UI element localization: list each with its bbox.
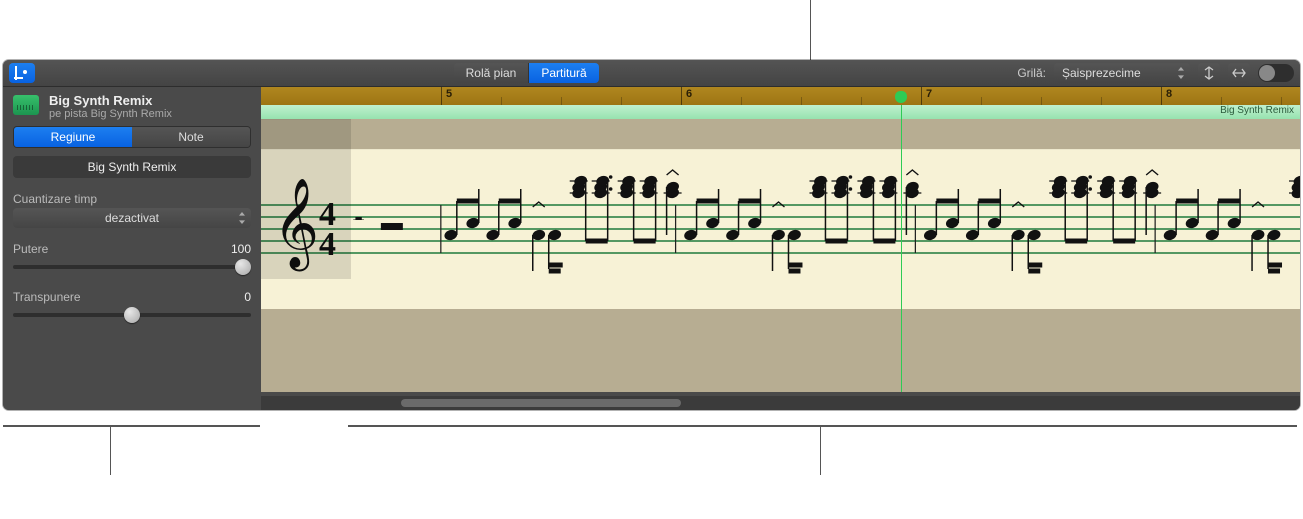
inspector-tabs: Regiune Note bbox=[13, 126, 251, 148]
transpose-row: Transpunere 0 bbox=[13, 290, 251, 324]
toggle-unknown[interactable] bbox=[1258, 64, 1294, 82]
track-title: Big Synth Remix bbox=[49, 93, 172, 108]
editor-topbar: Rolă pian Partitură Grilă: Șaisprezecime bbox=[3, 60, 1300, 87]
tab-note[interactable]: Note bbox=[132, 127, 250, 147]
grid-label: Grilă: bbox=[1017, 66, 1046, 80]
strength-row: Putere 100 bbox=[13, 242, 251, 276]
view-mode-segmented: Rolă pian Partitură bbox=[454, 63, 599, 83]
tab-piano-roll[interactable]: Rolă pian bbox=[454, 63, 530, 83]
editor-body: Big Synth Remix pe pista Big Synth Remix… bbox=[3, 87, 1300, 410]
staff-lines bbox=[261, 205, 1300, 253]
note-phrase bbox=[443, 170, 1300, 271]
score-display[interactable]: 5678 Big Synth Remix bbox=[261, 87, 1300, 410]
callout-bottom-left-h bbox=[3, 425, 260, 427]
quantize-label: Cuantizare timp bbox=[13, 192, 251, 206]
inspector-panel: Big Synth Remix pe pista Big Synth Remix… bbox=[3, 87, 261, 410]
svg-text:𝄼: 𝄼 bbox=[353, 205, 365, 238]
tab-region[interactable]: Regiune bbox=[14, 127, 132, 147]
score-margin-shade bbox=[261, 119, 351, 279]
vertical-zoom-button[interactable] bbox=[1198, 63, 1220, 83]
callout-bottom-right-v bbox=[820, 425, 821, 475]
region-band-name: Big Synth Remix bbox=[1220, 105, 1294, 116]
callout-bottom-right-h bbox=[348, 425, 1297, 427]
inspector-header: Big Synth Remix pe pista Big Synth Remix bbox=[13, 93, 251, 120]
transpose-value: 0 bbox=[244, 290, 251, 304]
tab-score[interactable]: Partitură bbox=[529, 63, 598, 83]
bar-ruler[interactable]: 5678 bbox=[261, 87, 1300, 106]
grid-select[interactable]: Șaisprezecime bbox=[1054, 63, 1190, 83]
track-subtitle: pe pista Big Synth Remix bbox=[49, 108, 172, 120]
quantize-popup[interactable]: dezactivat bbox=[13, 208, 251, 228]
callout-bottom-left-v bbox=[110, 425, 111, 475]
region-band[interactable]: Big Synth Remix bbox=[261, 105, 1300, 120]
strength-slider[interactable] bbox=[13, 258, 251, 276]
track-type-icon bbox=[13, 95, 39, 115]
strength-label: Putere bbox=[13, 242, 48, 256]
catch-playhead-button[interactable] bbox=[9, 63, 35, 83]
transpose-label: Transpunere bbox=[13, 290, 81, 304]
callout-top bbox=[810, 0, 811, 60]
transpose-slider[interactable] bbox=[13, 306, 251, 324]
strength-value: 100 bbox=[231, 242, 251, 256]
topbar-right-tools: Grilă: Șaisprezecime bbox=[1017, 63, 1294, 83]
horizontal-zoom-button[interactable] bbox=[1228, 63, 1250, 83]
playhead[interactable] bbox=[901, 105, 902, 392]
region-name-display[interactable]: Big Synth Remix bbox=[13, 156, 251, 178]
horizontal-scrollbar[interactable] bbox=[261, 396, 1300, 410]
music-notation: 𝄞 4 4 𝄼 bbox=[261, 149, 1300, 309]
score-canvas: 𝄞 4 4 𝄼 bbox=[261, 119, 1300, 392]
score-editor-window: Rolă pian Partitură Grilă: Șaisprezecime… bbox=[3, 60, 1300, 410]
